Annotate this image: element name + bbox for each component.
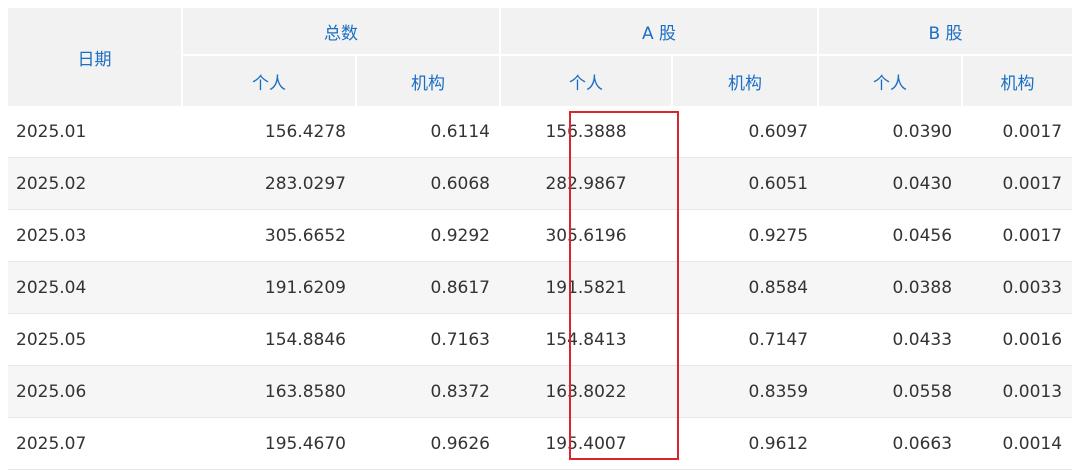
cell-a-individual: 156.3888 (500, 106, 672, 158)
cell-b-institution: 0.0013 (962, 365, 1073, 418)
cell-total-institution: 0.8372 (356, 365, 500, 418)
header-date: 日期 (8, 8, 182, 106)
cell-b-institution: 0.0016 (962, 313, 1073, 366)
header-group-b-shares: B 股 (817, 8, 1073, 56)
cell-total-individual: 191.6209 (182, 261, 356, 314)
cell-a-individual: 195.4007 (500, 417, 672, 470)
cell-a-institution: 0.9612 (672, 417, 819, 470)
cell-total-institution: 0.9626 (356, 417, 500, 470)
table-row: 2025.04 191.6209 0.8617 191.5821 0.8584 0.038… (8, 261, 1073, 314)
cell-b-institution: 0.0017 (962, 106, 1073, 158)
cell-b-institution: 0.0017 (962, 157, 1073, 210)
cell-date: 2025.05 (8, 313, 182, 366)
cell-b-individual: 0.0663 (818, 417, 963, 470)
investor-stats-table: 日期 总数 A 股 B 股 个人 机构 个人 机构 个人 机构 2025.01 1… (8, 8, 1073, 470)
table-row: 2025.02 283.0297 0.6068 282.9867 0.6051 0.043… (8, 157, 1073, 210)
cell-total-individual: 283.0297 (182, 157, 356, 210)
cell-b-individual: 0.0388 (818, 261, 963, 314)
cell-a-institution: 0.9275 (672, 209, 819, 262)
table-row: 2025.07 195.4670 0.9626 195.4007 0.9612 0.066… (8, 417, 1073, 470)
table-row: 2025.05 154.8846 0.7163 154.8413 0.7147 0.043… (8, 313, 1073, 366)
cell-b-institution: 0.0017 (962, 209, 1073, 262)
cell-total-institution: 0.7163 (356, 313, 500, 366)
table-body: 2025.01 156.4278 0.6114 156.3888 0.6097 0.039… (8, 106, 1073, 470)
cell-total-individual: 163.8580 (182, 365, 356, 418)
header-group-a-shares: A 股 (498, 8, 819, 56)
header-group-total: 总数 (181, 8, 500, 56)
cell-total-individual: 156.4278 (182, 106, 356, 158)
header-b-institution: 机构 (961, 55, 1073, 106)
cell-total-institution: 0.8617 (356, 261, 500, 314)
cell-total-individual: 195.4670 (182, 417, 356, 470)
cell-total-institution: 0.6068 (356, 157, 500, 210)
header-a-individual: 个人 (499, 55, 672, 106)
cell-b-individual: 0.0558 (818, 365, 963, 418)
cell-b-individual: 0.0456 (818, 209, 963, 262)
header-total-individual: 个人 (181, 55, 356, 106)
investor-table-container: 日期 总数 A 股 B 股 个人 机构 个人 机构 个人 机构 2025.01 1… (8, 8, 1073, 470)
cell-a-institution: 0.8584 (672, 261, 819, 314)
cell-a-institution: 0.6097 (672, 106, 819, 158)
cell-date: 2025.02 (8, 157, 182, 210)
cell-date: 2025.04 (8, 261, 182, 314)
cell-b-individual: 0.0433 (818, 313, 963, 366)
cell-a-institution: 0.6051 (672, 157, 819, 210)
cell-date: 2025.03 (8, 209, 182, 262)
cell-total-individual: 154.8846 (182, 313, 356, 366)
cell-date: 2025.01 (8, 106, 182, 158)
table-row: 2025.01 156.4278 0.6114 156.3888 0.6097 0.039… (8, 106, 1073, 158)
cell-total-institution: 0.9292 (356, 209, 500, 262)
cell-a-institution: 0.8359 (672, 365, 819, 418)
cell-a-institution: 0.7147 (672, 313, 819, 366)
cell-a-individual: 282.9867 (500, 157, 672, 210)
cell-a-individual: 154.8413 (500, 313, 672, 366)
table-header: 日期 总数 A 股 B 股 个人 机构 个人 机构 个人 机构 (8, 8, 1073, 106)
cell-a-individual: 305.6196 (500, 209, 672, 262)
table-row: 2025.06 163.8580 0.8372 163.8022 0.8359 0.055… (8, 365, 1073, 418)
header-a-institution: 机构 (670, 55, 819, 106)
cell-a-individual: 191.5821 (500, 261, 672, 314)
cell-total-individual: 305.6652 (182, 209, 356, 262)
cell-b-individual: 0.0390 (818, 106, 963, 158)
cell-date: 2025.07 (8, 417, 182, 470)
table-row: 2025.03 305.6652 0.9292 305.6196 0.9275 0.045… (8, 209, 1073, 262)
cell-b-individual: 0.0430 (818, 157, 963, 210)
header-b-individual: 个人 (817, 55, 963, 106)
cell-b-institution: 0.0033 (962, 261, 1073, 314)
header-total-institution: 机构 (355, 55, 500, 106)
cell-b-institution: 0.0014 (962, 417, 1073, 470)
cell-date: 2025.06 (8, 365, 182, 418)
cell-total-institution: 0.6114 (356, 106, 500, 158)
cell-a-individual: 163.8022 (500, 365, 672, 418)
